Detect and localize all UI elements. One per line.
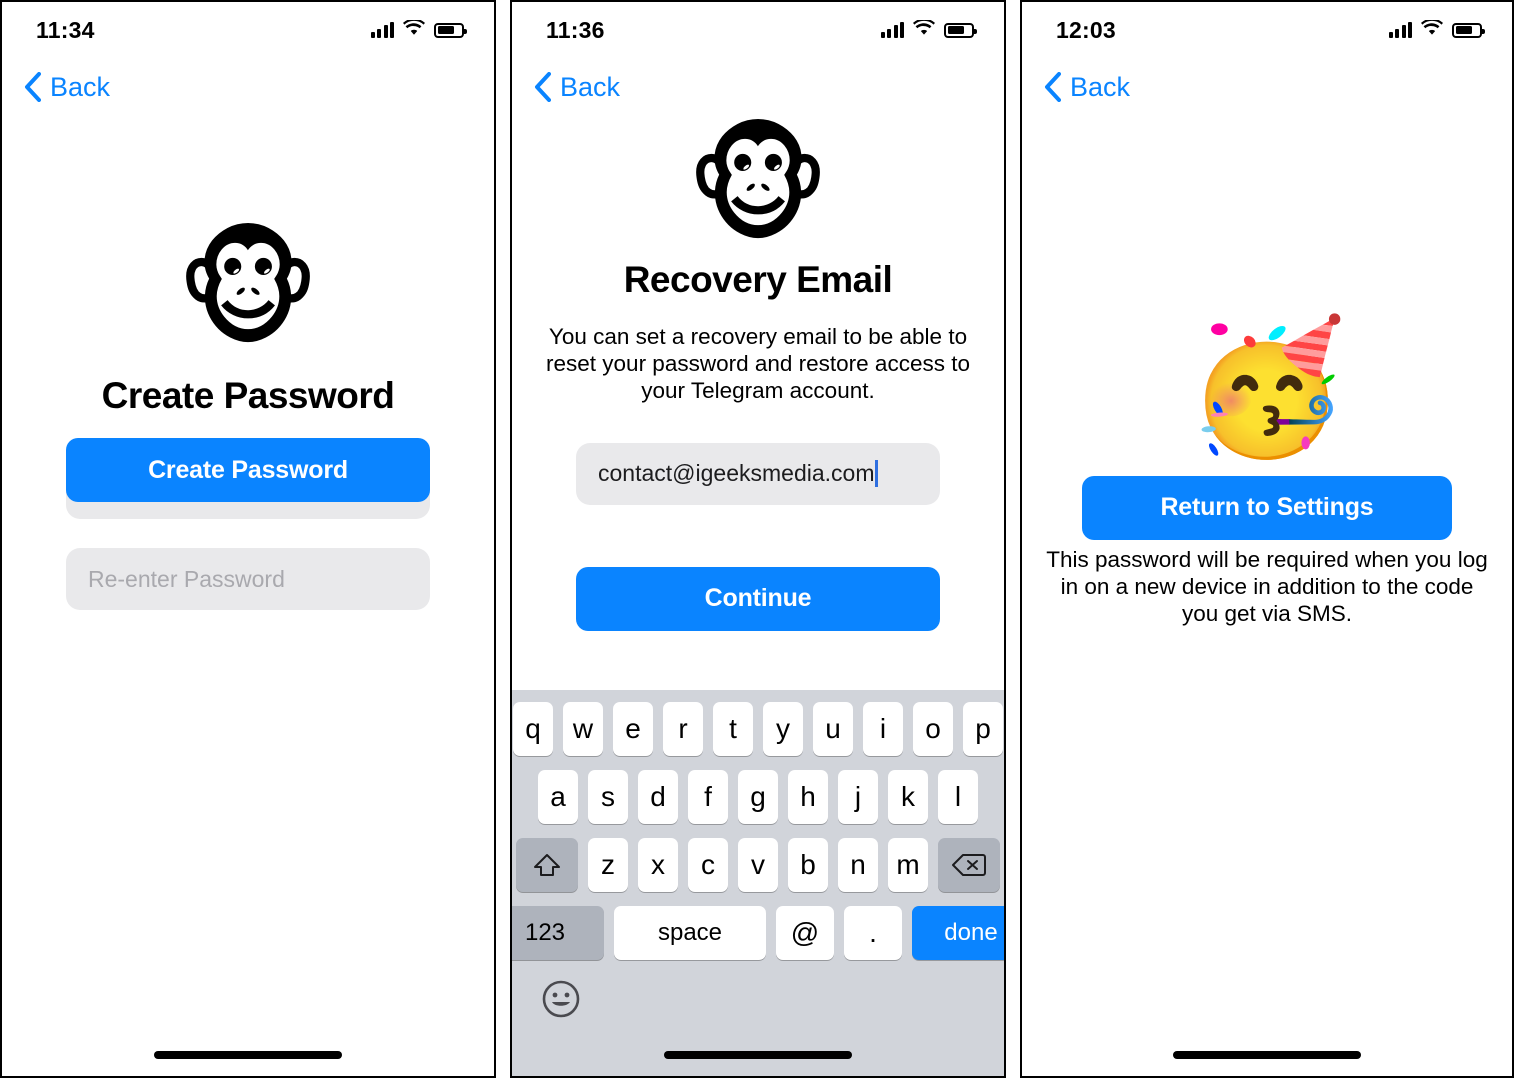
- key-c[interactable]: c: [688, 838, 728, 892]
- nav-bar: Back: [512, 58, 1004, 116]
- space-key[interactable]: space: [614, 906, 766, 960]
- screen-password-set: 12:03 Back 🥳 Password Set! This password…: [1020, 0, 1514, 1078]
- reenter-password-input[interactable]: Re-enter Password: [66, 548, 430, 610]
- emoji-key-icon[interactable]: [540, 978, 582, 1025]
- wifi-icon: [403, 18, 425, 41]
- key-x[interactable]: x: [638, 838, 678, 892]
- key-y[interactable]: y: [763, 702, 803, 756]
- home-indicator: [1173, 1051, 1361, 1059]
- screen-create-password: 11:34 Back 🐵 Create Password Re-enter Pa…: [0, 0, 496, 1078]
- keyboard-bottom-bar: [518, 974, 998, 1025]
- key-z[interactable]: z: [588, 838, 628, 892]
- chevron-left-icon: [24, 72, 41, 102]
- battery-icon: [944, 22, 977, 38]
- key-e[interactable]: e: [613, 702, 653, 756]
- create-password-button[interactable]: Create Password: [66, 438, 430, 502]
- status-time: 11:36: [546, 16, 605, 43]
- nav-bar: Back: [1022, 58, 1512, 116]
- key-g[interactable]: g: [738, 770, 778, 824]
- status-icons: [880, 18, 977, 41]
- chevron-left-icon: [534, 72, 551, 102]
- numbers-key[interactable]: 123: [512, 906, 604, 960]
- monkey-face-emoji: 🐵: [175, 218, 321, 363]
- key-i[interactable]: i: [863, 702, 903, 756]
- continue-button[interactable]: Continue: [576, 566, 940, 631]
- recovery-email-value: contact@igeeksmedia.com: [598, 460, 875, 487]
- page-description: You can set a recovery email to be able …: [546, 324, 970, 404]
- back-label: Back: [560, 71, 621, 102]
- onscreen-keyboard: q w e r t y u i o p a s d f g h j k l z …: [512, 690, 1004, 1076]
- done-key[interactable]: done: [912, 906, 1004, 960]
- status-icons: [370, 18, 467, 41]
- battery-icon: [1452, 22, 1485, 38]
- status-bar: 11:36: [512, 2, 1004, 58]
- at-key[interactable]: @: [776, 906, 834, 960]
- chevron-left-icon: [1044, 72, 1061, 102]
- status-time: 12:03: [1056, 16, 1116, 43]
- cellular-signal-icon: [880, 22, 904, 38]
- back-label: Back: [1070, 71, 1131, 102]
- key-d[interactable]: d: [638, 770, 678, 824]
- wifi-icon: [913, 18, 935, 41]
- status-icons: [1388, 18, 1485, 41]
- return-to-settings-button[interactable]: Return to Settings: [1082, 475, 1452, 540]
- page-description: This password will be required when you …: [1046, 547, 1488, 627]
- key-s[interactable]: s: [588, 770, 628, 824]
- partying-face-emoji: 🥳: [1186, 311, 1348, 463]
- nav-bar: Back: [2, 58, 494, 116]
- keyboard-row-3: z x c v b n m: [516, 838, 1000, 892]
- screenshot-root: 11:34 Back 🐵 Create Password Re-enter Pa…: [0, 0, 1524, 1078]
- main-content: 🥳 Password Set! This password will be re…: [1022, 322, 1512, 628]
- page-title: Recovery Email: [623, 259, 893, 300]
- reenter-password-placeholder: Re-enter Password: [88, 565, 285, 592]
- period-key[interactable]: .: [844, 906, 902, 960]
- key-k[interactable]: k: [888, 770, 928, 824]
- recovery-email-input[interactable]: contact@igeeksmedia.com: [576, 442, 940, 505]
- status-time: 11:34: [36, 16, 95, 43]
- back-label: Back: [50, 71, 111, 102]
- keyboard-row-1: q w e r t y u i o p: [513, 702, 1003, 756]
- home-indicator: [664, 1051, 852, 1059]
- key-j[interactable]: j: [838, 770, 878, 824]
- key-a[interactable]: a: [538, 770, 578, 824]
- cellular-signal-icon: [1388, 22, 1412, 38]
- screen-recovery-email: 11:36 Back 🐵 Recovery Email You can set …: [510, 0, 1006, 1078]
- status-bar: 11:34: [2, 2, 494, 58]
- main-content: 🐵 Create Password Password Re-enter Pass…: [2, 228, 494, 610]
- key-o[interactable]: o: [913, 702, 953, 756]
- key-u[interactable]: u: [813, 702, 853, 756]
- key-f[interactable]: f: [688, 770, 728, 824]
- key-t[interactable]: t: [713, 702, 753, 756]
- battery-icon: [434, 22, 467, 38]
- back-button[interactable]: Back: [1036, 68, 1138, 107]
- main-content: 🐵 Recovery Email You can set a recovery …: [512, 124, 1004, 631]
- panel-gap: [1006, 0, 1020, 1078]
- panel-gap: [496, 0, 510, 1078]
- text-cursor: [875, 460, 879, 488]
- monkey-face-emoji: 🐵: [685, 114, 831, 259]
- back-button[interactable]: Back: [16, 68, 118, 107]
- back-button[interactable]: Back: [526, 68, 628, 107]
- home-indicator: [154, 1051, 342, 1059]
- shift-key-icon[interactable]: [516, 838, 578, 892]
- cellular-signal-icon: [370, 22, 394, 38]
- key-v[interactable]: v: [738, 838, 778, 892]
- key-q[interactable]: q: [513, 702, 553, 756]
- key-h[interactable]: h: [788, 770, 828, 824]
- status-bar: 12:03: [1022, 2, 1512, 58]
- key-r[interactable]: r: [663, 702, 703, 756]
- key-n[interactable]: n: [838, 838, 878, 892]
- key-l[interactable]: l: [938, 770, 978, 824]
- key-w[interactable]: w: [563, 702, 603, 756]
- wifi-icon: [1421, 18, 1443, 41]
- key-p[interactable]: p: [963, 702, 1003, 756]
- keyboard-row-4: 123 space @ . done: [512, 906, 1004, 960]
- backspace-key-icon[interactable]: [938, 838, 1000, 892]
- keyboard-row-2: a s d f g h j k l: [518, 770, 998, 824]
- key-b[interactable]: b: [788, 838, 828, 892]
- page-title: Create Password: [101, 375, 395, 416]
- key-m[interactable]: m: [888, 838, 928, 892]
